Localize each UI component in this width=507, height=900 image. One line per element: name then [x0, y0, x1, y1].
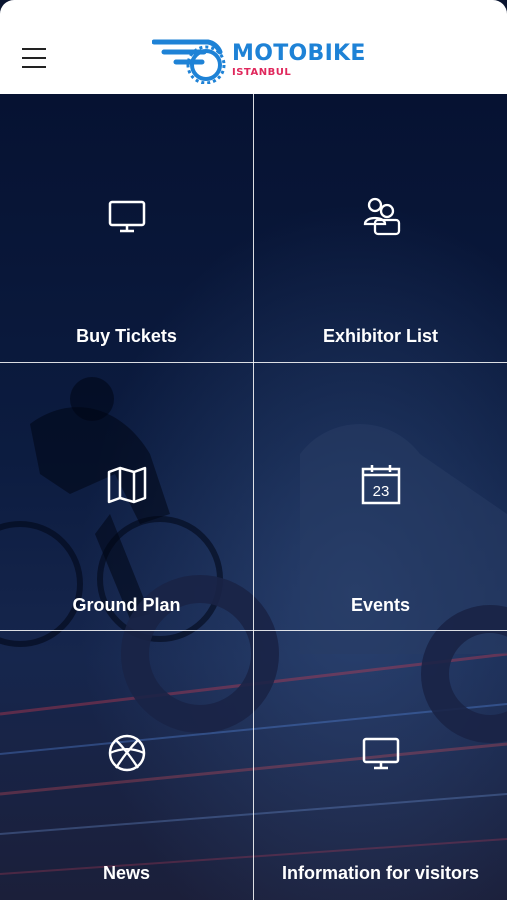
monitor-icon	[362, 737, 399, 770]
menu-grid: Buy Tickets Exhibitor List Ground Plan 2…	[0, 94, 507, 900]
tile-events[interactable]: 23 Events	[254, 363, 507, 631]
tile-label: Exhibitor List	[322, 326, 438, 346]
tile-label: Buy Tickets	[76, 326, 177, 346]
monitor-icon	[108, 200, 145, 233]
tile-exhibitor-list[interactable]: Exhibitor List	[254, 94, 507, 362]
tile-label: Ground Plan	[72, 595, 181, 615]
app-screen: MOTOBIKE ISTANBUL Buy Tickets Exhibitor …	[0, 0, 507, 900]
map-icon	[107, 466, 146, 504]
tile-information-for-visitors[interactable]: Information for visitors	[254, 631, 507, 899]
tile-label: Events	[350, 595, 411, 615]
people-icon	[363, 197, 400, 236]
tile-label: Information for visitors	[281, 863, 479, 883]
tile-ground-plan[interactable]: Ground Plan	[0, 363, 253, 631]
logo-name: MOTOBIKE	[232, 41, 366, 66]
tile-news[interactable]: News	[0, 631, 253, 899]
app-header: MOTOBIKE ISTANBUL	[0, 0, 507, 94]
logo-subtitle: ISTANBUL	[232, 67, 292, 78]
tile-buy-tickets[interactable]: Buy Tickets	[0, 94, 253, 362]
hamburger-menu-icon[interactable]	[22, 46, 48, 72]
calendar-icon: 23	[361, 465, 400, 505]
tile-label: News	[102, 863, 151, 883]
logo-wheel-icon	[151, 39, 226, 85]
motobike-logo: MOTOBIKE ISTANBUL	[151, 38, 365, 85]
calendar-date-text: 23	[372, 483, 389, 500]
globe-icon	[108, 734, 145, 772]
